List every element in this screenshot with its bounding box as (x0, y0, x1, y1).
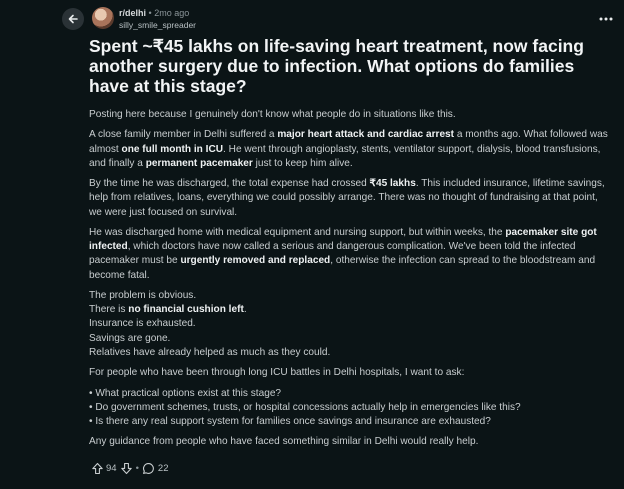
question-list: • What practical options exist at this s… (89, 387, 611, 430)
downvote-button[interactable] (120, 462, 133, 475)
post-time: 2mo ago (154, 8, 190, 18)
vote-count: 94 (106, 462, 117, 474)
post-actions: 94 • 22 (91, 460, 168, 476)
arrow-left-icon (68, 14, 78, 24)
ellipsis-icon[interactable] (598, 12, 614, 26)
post-meta: r/delhi • 2mo ago silly_smile_spreader (119, 7, 196, 31)
comments-button[interactable] (142, 462, 155, 475)
avatar[interactable] (92, 7, 114, 29)
upvote-button[interactable] (91, 462, 104, 475)
post-paragraph: He was discharged home with medical equi… (89, 226, 597, 281)
arrow-down-icon (120, 462, 132, 474)
username-link[interactable]: silly_smile_spreader (119, 19, 196, 31)
post-paragraph: Any guidance from people who have faced … (89, 436, 479, 448)
post-body: Posting here because I genuinely don't k… (89, 108, 611, 456)
arrow-up-icon (92, 462, 103, 474)
post-paragraph: The problem is obvious. There is no fina… (89, 289, 331, 358)
speech-bubble-icon (142, 462, 154, 474)
post-paragraph: By the time he was discharged, the total… (89, 178, 605, 218)
meta-separator: • (148, 8, 152, 18)
post-header: r/delhi • 2mo ago silly_smile_spreader (0, 0, 624, 38)
comment-count: 22 (157, 462, 169, 474)
subreddit-link[interactable]: r/delhi (119, 8, 146, 18)
post-title: Spent ~₹45 lakhs on life-saving heart tr… (89, 36, 584, 96)
post-paragraph: For people who have been through long IC… (89, 367, 465, 379)
list-item: • What practical options exist at this s… (89, 387, 282, 399)
post-paragraph: Posting here because I genuinely don't k… (89, 109, 456, 120)
back-button[interactable] (62, 8, 84, 30)
post-paragraph: A close family member in Delhi suffered … (89, 129, 608, 169)
list-item: • Is there any real support system for f… (89, 415, 491, 427)
action-separator: • (135, 462, 139, 474)
list-item: • Do government schemes, trusts, or hosp… (89, 401, 521, 413)
